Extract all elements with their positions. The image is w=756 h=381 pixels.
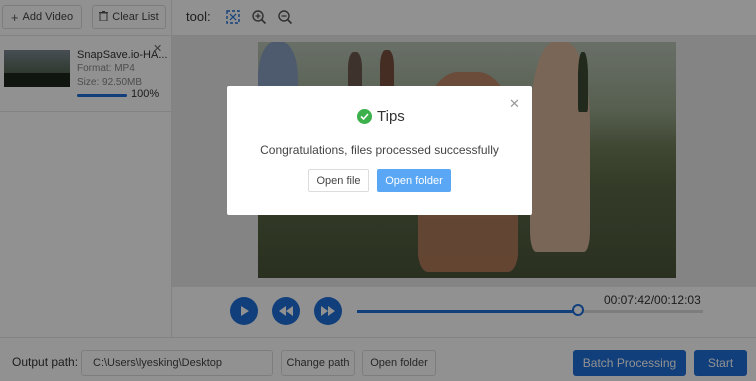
open-folder-button[interactable]: Open folder bbox=[377, 169, 451, 192]
open-file-button[interactable]: Open file bbox=[308, 169, 369, 192]
tips-dialog: ✕ Tips Congratulations, files processed … bbox=[227, 86, 532, 215]
dialog-message: Congratulations, files processed success… bbox=[260, 143, 499, 157]
dialog-title-text: Tips bbox=[377, 108, 405, 125]
close-icon[interactable]: ✕ bbox=[509, 96, 520, 112]
success-check-icon bbox=[357, 109, 372, 124]
dialog-title: Tips bbox=[357, 108, 405, 125]
